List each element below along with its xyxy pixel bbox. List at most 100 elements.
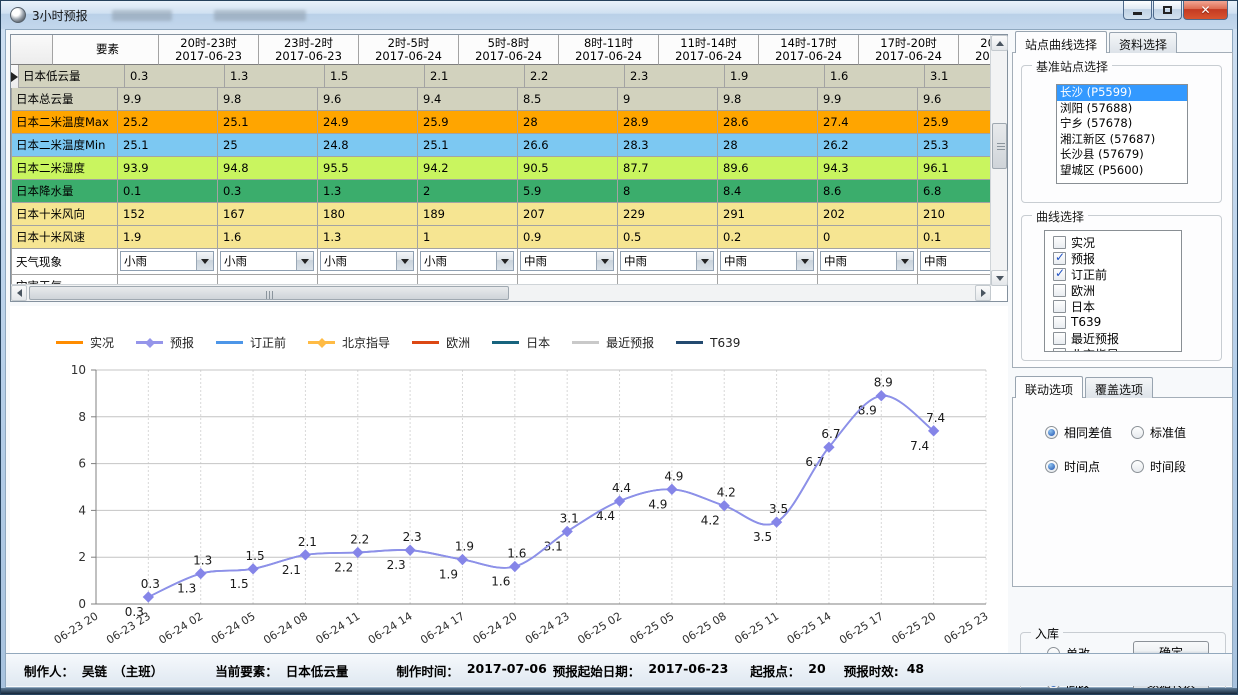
time-column-header[interactable]: 11时-14时2017-06-24: [659, 35, 759, 65]
value-cell[interactable]: 9.6: [918, 88, 991, 111]
value-cell[interactable]: 28: [518, 111, 618, 134]
weather-combobox[interactable]: 小雨: [120, 251, 214, 271]
station-list-item[interactable]: 宁乡 (57678): [1057, 116, 1187, 132]
element-label-cell[interactable]: 日本二米湿度: [12, 157, 118, 180]
value-cell[interactable]: 9.8: [718, 88, 818, 111]
checkbox-unchecked-icon[interactable]: [1053, 348, 1066, 353]
value-cell[interactable]: 2.3: [625, 65, 725, 88]
weather-combobox[interactable]: 中雨: [920, 251, 991, 271]
element-label-cell[interactable]: 日本总云量: [12, 88, 118, 111]
value-cell[interactable]: 2.1: [425, 65, 525, 88]
value-cell[interactable]: 25: [218, 134, 318, 157]
value-cell[interactable]: 229: [618, 203, 718, 226]
tab-station-curve[interactable]: 站点曲线选择: [1015, 31, 1107, 53]
table-vertical-scrollbar[interactable]: [990, 35, 1007, 286]
value-cell[interactable]: 25.2: [118, 111, 218, 134]
value-cell[interactable]: 28.3: [618, 134, 718, 157]
value-cell[interactable]: 25.9: [418, 111, 518, 134]
checkbox-unchecked-icon[interactable]: [1053, 316, 1066, 329]
combobox-dropdown-button[interactable]: [396, 252, 413, 270]
time-column-header[interactable]: 5时-8时2017-06-24: [459, 35, 559, 65]
station-listbox[interactable]: 长沙 (P5599)浏阳 (57688)宁乡 (57678)湘江新区 (5768…: [1056, 84, 1188, 184]
checkbox-unchecked-icon[interactable]: [1053, 300, 1066, 313]
tab-link-options[interactable]: 联动选项: [1015, 376, 1083, 398]
value-cell[interactable]: 26.6: [518, 134, 618, 157]
curve-checkbox-row[interactable]: 实况: [1053, 234, 1181, 250]
value-cell[interactable]: 1.9: [725, 65, 825, 88]
value-cell[interactable]: 28.9: [618, 111, 718, 134]
vertical-scroll-thumb[interactable]: [992, 123, 1007, 169]
station-list-item[interactable]: 长沙县 (57679): [1057, 147, 1187, 163]
weather-combobox[interactable]: 小雨: [420, 251, 514, 271]
value-cell[interactable]: 1.3: [318, 180, 418, 203]
value-cell[interactable]: 8: [618, 180, 718, 203]
table-horizontal-scrollbar[interactable]: [11, 284, 991, 301]
value-cell[interactable]: 152: [118, 203, 218, 226]
value-cell[interactable]: 1.5: [325, 65, 425, 88]
checkbox-unchecked-icon[interactable]: [1053, 284, 1066, 297]
scroll-up-button[interactable]: [991, 35, 1008, 51]
value-cell[interactable]: 26.2: [818, 134, 918, 157]
value-cell[interactable]: 25.1: [418, 134, 518, 157]
curve-checkbox-row[interactable]: 预报: [1053, 250, 1181, 266]
value-cell[interactable]: 202: [818, 203, 918, 226]
tab-data-select[interactable]: 资料选择: [1109, 32, 1177, 53]
maximize-button[interactable]: [1153, 1, 1182, 20]
value-cell[interactable]: 90.5: [518, 157, 618, 180]
element-column-header[interactable]: 要素: [53, 35, 159, 65]
value-cell[interactable]: 8.6: [818, 180, 918, 203]
option-radio-row[interactable]: 时间段: [1131, 458, 1186, 475]
value-cell[interactable]: 167: [218, 203, 318, 226]
curve-checkbox-row[interactable]: 北京指导: [1053, 346, 1181, 352]
value-cell[interactable]: 1: [418, 226, 518, 249]
checkbox-checked-icon[interactable]: [1053, 268, 1066, 281]
value-cell[interactable]: 1.3: [225, 65, 325, 88]
value-cell[interactable]: 9: [618, 88, 718, 111]
title-bar[interactable]: 3小时预报 ✕: [1, 1, 1237, 29]
value-cell[interactable]: 1.6: [825, 65, 925, 88]
tab-overlay-options[interactable]: 覆盖选项: [1085, 377, 1153, 398]
station-list-item[interactable]: 长沙 (P5599): [1057, 85, 1187, 101]
time-column-header[interactable]: 20时-23时2017-06-23: [159, 35, 259, 65]
value-cell[interactable]: 0.3: [125, 65, 225, 88]
combobox-dropdown-button[interactable]: [696, 252, 713, 270]
checkbox-unchecked-icon[interactable]: [1053, 236, 1066, 249]
value-cell[interactable]: 8.4: [718, 180, 818, 203]
value-cell[interactable]: 9.9: [818, 88, 918, 111]
value-cell[interactable]: 0.2: [718, 226, 818, 249]
value-cell[interactable]: 95.5: [318, 157, 418, 180]
time-column-header[interactable]: 2时-5时2017-06-24: [359, 35, 459, 65]
element-label-cell[interactable]: 日本二米温度Max: [12, 111, 118, 134]
station-list-item[interactable]: 望城区 (P5600): [1057, 163, 1187, 179]
value-cell[interactable]: 27.4: [818, 111, 918, 134]
value-cell[interactable]: 96.1: [918, 157, 991, 180]
value-cell[interactable]: 207: [518, 203, 618, 226]
value-cell[interactable]: 6.8: [918, 180, 991, 203]
value-cell[interactable]: 8.5: [518, 88, 618, 111]
time-column-header[interactable]: 8时-11时2017-06-24: [559, 35, 659, 65]
close-button[interactable]: ✕: [1183, 1, 1228, 20]
scroll-right-button[interactable]: [975, 285, 991, 301]
station-list-item[interactable]: 湘江新区 (57687): [1057, 132, 1187, 148]
value-cell[interactable]: 210: [918, 203, 991, 226]
value-cell[interactable]: 94.3: [818, 157, 918, 180]
curve-checkbox-row[interactable]: 欧洲: [1053, 282, 1181, 298]
value-cell[interactable]: 25.1: [118, 134, 218, 157]
weather-combobox[interactable]: 中雨: [620, 251, 714, 271]
value-cell[interactable]: 25.3: [918, 134, 991, 157]
combobox-dropdown-button[interactable]: [296, 252, 313, 270]
value-cell[interactable]: 89.6: [718, 157, 818, 180]
combobox-dropdown-button[interactable]: [596, 252, 613, 270]
radio-selected-icon[interactable]: [1045, 460, 1058, 473]
value-cell[interactable]: 9.9: [118, 88, 218, 111]
radio-selected-icon[interactable]: [1045, 426, 1058, 439]
value-cell[interactable]: 25.9: [918, 111, 991, 134]
value-cell[interactable]: 0.3: [218, 180, 318, 203]
value-cell[interactable]: 0: [818, 226, 918, 249]
element-label-cell[interactable]: 日本降水量: [12, 180, 118, 203]
checkbox-unchecked-icon[interactable]: [1053, 332, 1066, 345]
weather-combobox[interactable]: 中雨: [720, 251, 814, 271]
weather-combobox[interactable]: 小雨: [320, 251, 414, 271]
scroll-down-button[interactable]: [991, 270, 1008, 286]
checkbox-checked-icon[interactable]: [1053, 252, 1066, 265]
